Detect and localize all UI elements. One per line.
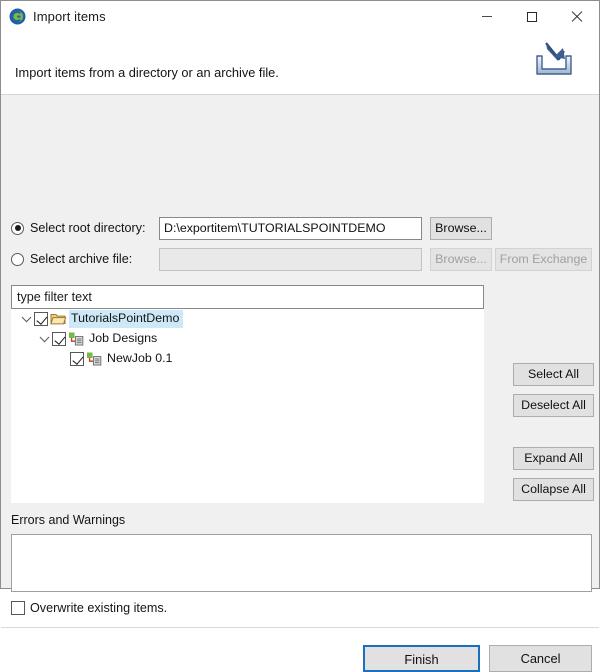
tree-node-root[interactable]: TutorialsPointDemo (11, 309, 484, 329)
overwrite-label: Overwrite existing items. (30, 601, 167, 615)
chevron-down-icon[interactable] (19, 309, 34, 329)
close-button[interactable] (554, 1, 599, 32)
tree-checkbox[interactable] (34, 312, 48, 326)
overwrite-existing-items-row[interactable]: Overwrite existing items. (11, 601, 167, 615)
from-exchange-button[interactable]: From Exchange (495, 248, 592, 271)
finish-button[interactable]: Finish (363, 645, 480, 672)
tree-checkbox[interactable] (52, 332, 66, 346)
tree-node-label: TutorialsPointDemo (69, 310, 183, 328)
close-icon (570, 10, 583, 23)
cancel-button[interactable]: Cancel (489, 645, 592, 672)
tree-node-label: NewJob 0.1 (105, 350, 176, 368)
dialog-body: Select root directory: D:\exportitem\TUT… (1, 95, 599, 588)
dialog-banner: Import items from a directory or an arch… (1, 32, 599, 95)
minimize-button[interactable] (464, 1, 509, 32)
browse-directory-button[interactable]: Browse... (430, 217, 492, 240)
maximize-icon (527, 12, 537, 22)
tree-checkbox[interactable] (70, 352, 84, 366)
window-controls (464, 1, 599, 32)
overwrite-checkbox[interactable] (11, 601, 25, 615)
tree-node-label: Job Designs (87, 330, 161, 348)
archive-file-input[interactable] (159, 248, 422, 271)
collapse-all-button[interactable]: Collapse All (513, 478, 594, 501)
errors-and-warnings-box[interactable] (11, 534, 592, 592)
folder-open-icon (50, 311, 67, 327)
tree-node-newjob[interactable]: NewJob 0.1 (11, 349, 484, 369)
root-directory-label: Select root directory: (30, 221, 146, 235)
browse-archive-button[interactable]: Browse... (430, 248, 492, 271)
job-designs-icon (68, 331, 85, 347)
banner-description: Import items from a directory or an arch… (15, 65, 279, 80)
window-title: Import items (33, 9, 106, 24)
minimize-icon (482, 16, 492, 17)
select-all-button[interactable]: Select All (513, 363, 594, 386)
select-root-directory-radio-row[interactable]: Select root directory: (11, 217, 146, 239)
root-directory-input[interactable]: D:\exportitem\TUTORIALSPOINTDEMO (159, 217, 422, 240)
radio-root-directory[interactable] (11, 222, 24, 235)
job-item-icon (86, 351, 103, 367)
errors-and-warnings-label: Errors and Warnings (11, 513, 125, 527)
maximize-button[interactable] (509, 1, 554, 32)
import-items-dialog: Import items Import items from a directo… (0, 0, 600, 589)
archive-file-label: Select archive file: (30, 252, 132, 266)
talend-circle-icon (9, 8, 26, 25)
footer-separator (1, 627, 599, 628)
select-archive-file-radio-row[interactable]: Select archive file: (11, 248, 132, 270)
items-tree[interactable]: TutorialsPointDemo Job Designs (11, 309, 484, 503)
chevron-down-icon[interactable] (37, 329, 52, 349)
radio-archive-file[interactable] (11, 253, 24, 266)
filter-input[interactable]: type filter text (11, 285, 484, 309)
tree-node-job-designs[interactable]: Job Designs (11, 329, 484, 349)
title-bar: Import items (1, 1, 599, 32)
expand-all-button[interactable]: Expand All (513, 447, 594, 470)
import-tray-arrow-icon (525, 34, 581, 84)
deselect-all-button[interactable]: Deselect All (513, 394, 594, 417)
